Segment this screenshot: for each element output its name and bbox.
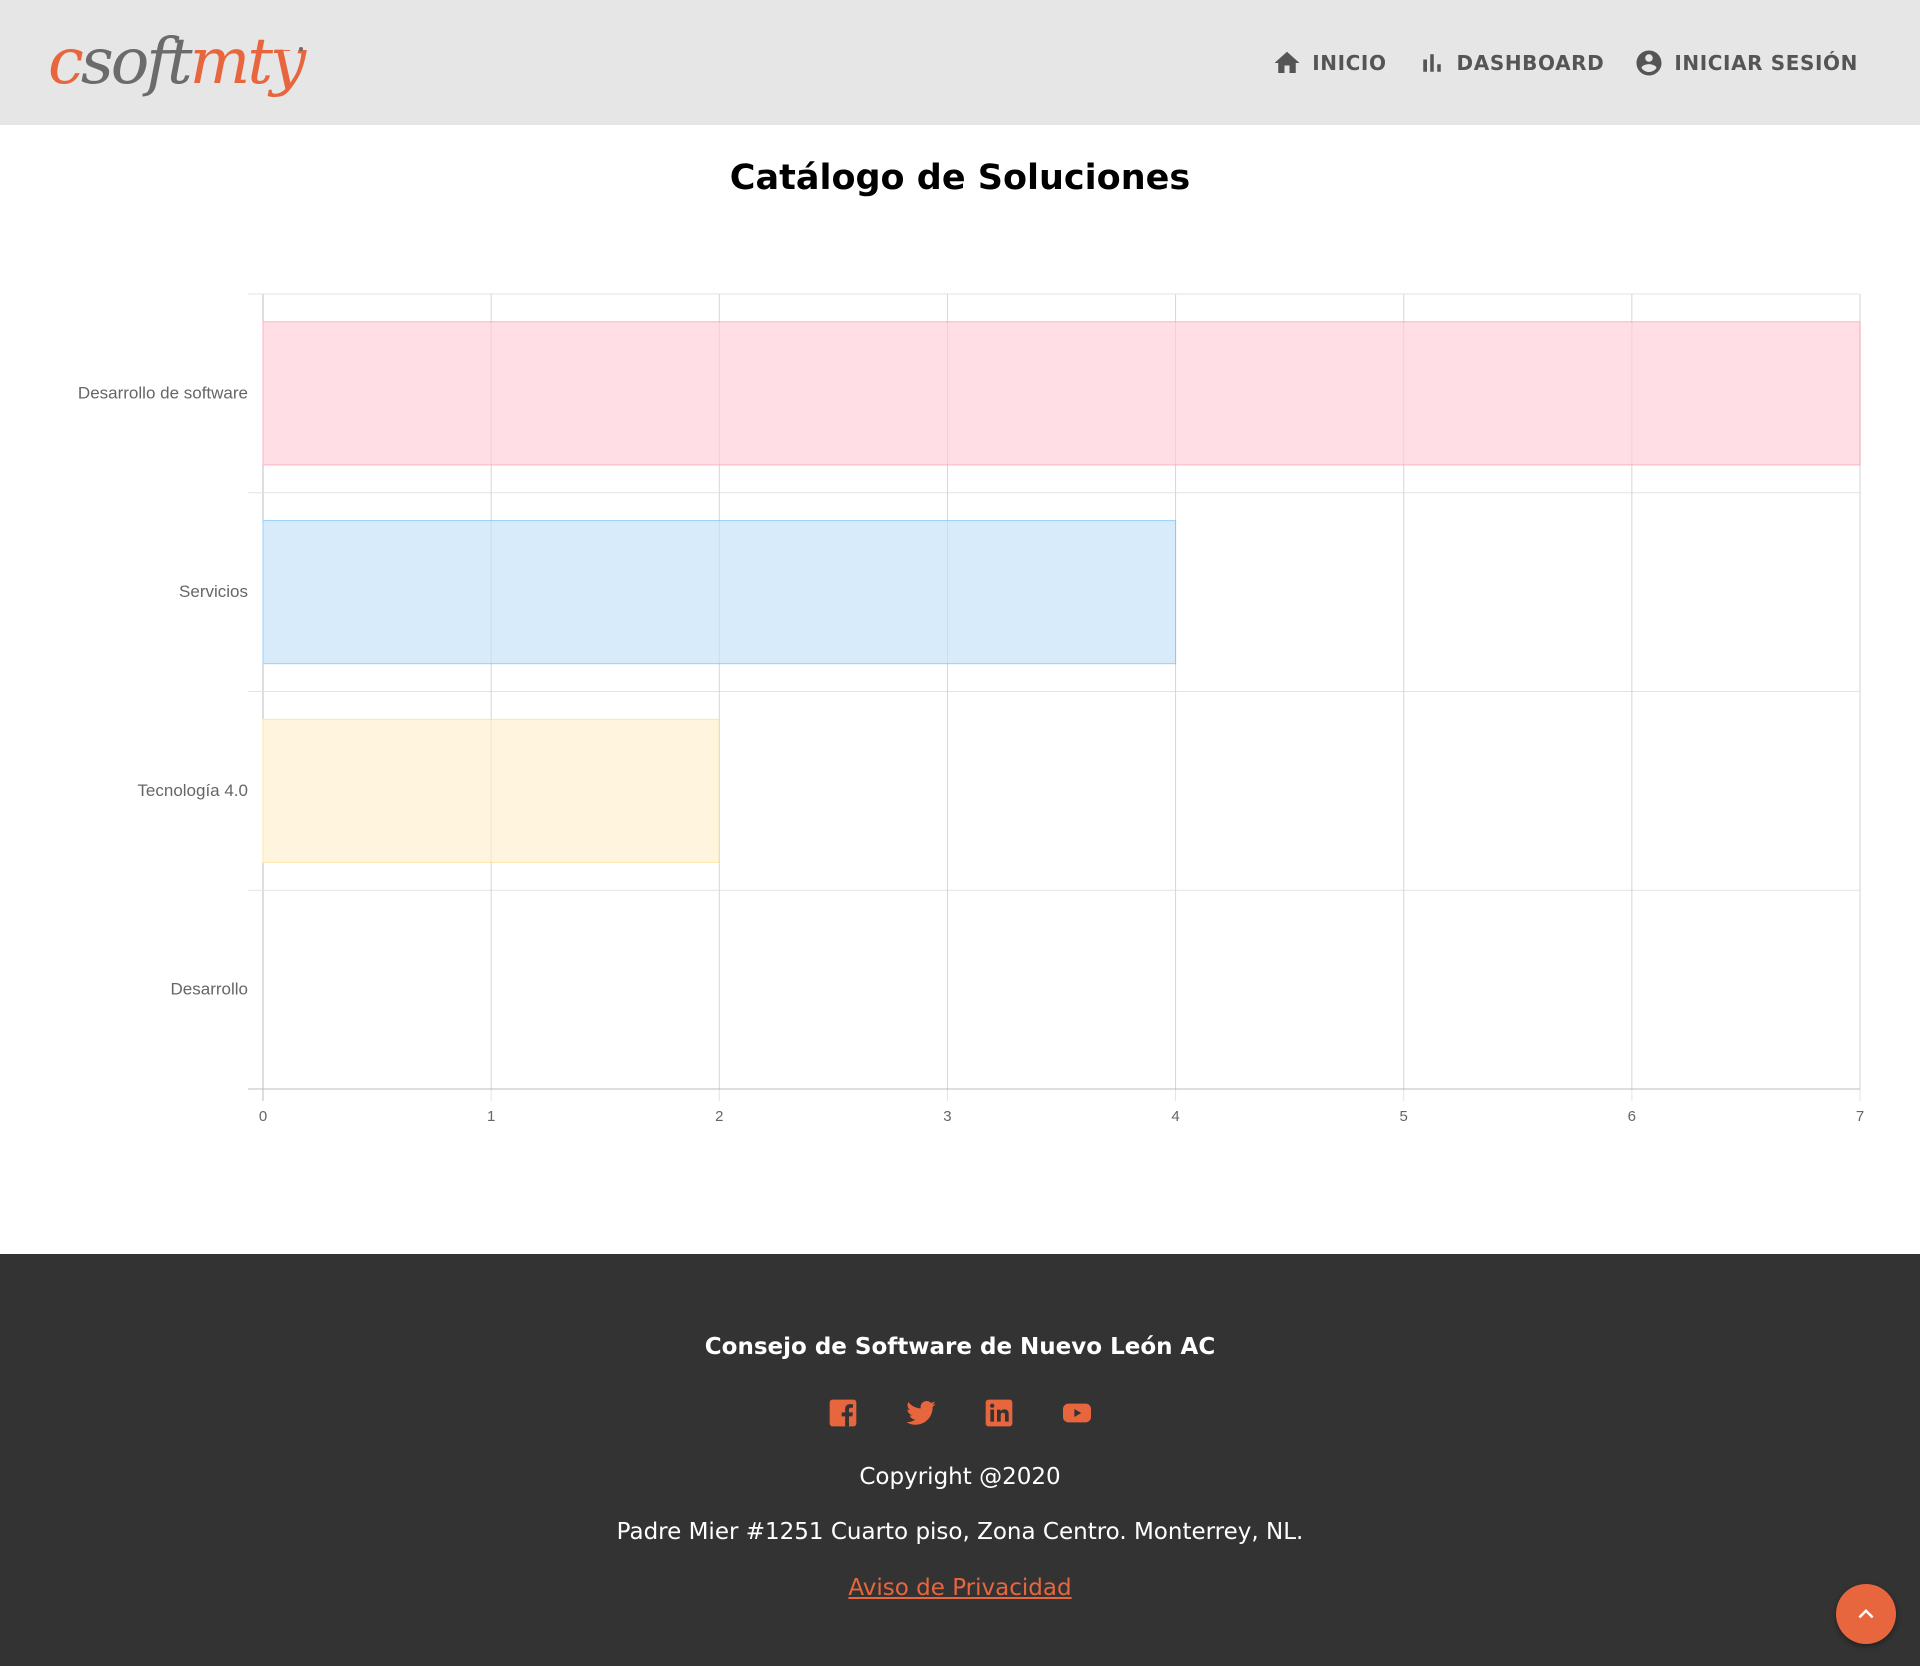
social-links (0, 1397, 1920, 1429)
nav-iniciar-sesion[interactable]: INICIAR SESIÓN (1634, 48, 1858, 78)
bar-chart-icon (1422, 54, 1441, 72)
home-icon (1274, 51, 1300, 73)
bar (262, 321, 1861, 466)
chevron-up-icon (1858, 1609, 1874, 1619)
csoftmty-logo[interactable]: csoftmty (48, 22, 307, 102)
page-title: Catálogo de Soluciones (729, 158, 1191, 198)
nav-dashboard-label: DASHBOARD (1456, 51, 1605, 75)
category-label: Desarrollo de software (78, 383, 248, 402)
footer-address: Padre Mier #1251 Cuarto piso, Zona Centr… (616, 1519, 1304, 1545)
youtube-link[interactable] (1061, 1397, 1093, 1429)
x-tick-label: 7 (1856, 1108, 1864, 1125)
x-tick-label: 6 (1628, 1108, 1636, 1125)
logo-c: c (48, 25, 84, 99)
category-label: Desarrollo (171, 980, 248, 999)
linkedin-icon (985, 1399, 1013, 1427)
facebook-link[interactable] (827, 1397, 859, 1429)
main-nav: INICIO DASHBOARD INICIAR SESIÓN (1242, 46, 1858, 80)
youtube-icon (1063, 1403, 1091, 1423)
nav-dashboard[interactable]: DASHBOARD (1417, 48, 1605, 78)
nav-iniciar-sesion-label: INICIAR SESIÓN (1674, 51, 1858, 75)
footer-copyright: Copyright @2020 (859, 1464, 1061, 1490)
linkedin-link[interactable] (983, 1397, 1015, 1429)
logo-mty: mty (189, 25, 307, 99)
logo-dot (299, 47, 303, 51)
x-tick-label: 2 (715, 1108, 723, 1125)
privacy-link[interactable]: Aviso de Privacidad (848, 1575, 1071, 1601)
x-tick-label: 3 (943, 1108, 951, 1125)
footer-org-name: Consejo de Software de Nuevo León AC (704, 1334, 1216, 1360)
twitter-link[interactable] (905, 1397, 937, 1429)
footer: Consejo de Software de Nuevo León AC Cop… (0, 1254, 1920, 1666)
twitter-icon (906, 1401, 936, 1425)
logo-dash (276, 50, 290, 51)
x-tick-label: 4 (1171, 1108, 1179, 1125)
x-tick-label: 0 (259, 1108, 267, 1125)
nav-inicio[interactable]: INICIO (1272, 48, 1386, 78)
facebook-icon (829, 1399, 857, 1427)
x-tick-label: 1 (487, 1108, 495, 1125)
header: csoftmty INICIO DASHBOARD INICIAR SESIÓN (0, 0, 1920, 125)
logo-soft: soft (80, 25, 193, 99)
account-circle-icon (1636, 50, 1662, 76)
solutions-bar-chart: 0 1 2 3 4 5 6 7 Desarrollo de software Servicios T… (78, 293, 1864, 1125)
category-label: Servicios (179, 582, 248, 601)
x-tick-label: 5 (1400, 1108, 1408, 1125)
back-to-top-button[interactable] (1836, 1584, 1896, 1644)
category-label: Tecnología 4.0 (137, 781, 248, 800)
footer-privacy: Aviso de Privacidad (0, 1575, 1920, 1601)
nav-inicio-label: INICIO (1312, 51, 1387, 75)
